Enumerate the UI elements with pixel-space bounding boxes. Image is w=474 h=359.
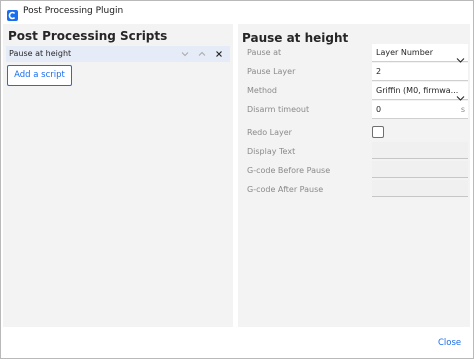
pause-at-value: Layer Number bbox=[376, 48, 433, 57]
script-list-item[interactable]: Pause at height bbox=[6, 46, 230, 62]
chevron-down-icon bbox=[456, 49, 465, 63]
close-button[interactable]: Close bbox=[438, 338, 461, 349]
disarm-timeout-unit: s bbox=[460, 105, 465, 114]
scripts-heading: Post Processing Scripts bbox=[8, 29, 168, 43]
post-processing-dialog: Post Processing Plugin Post Processing S… bbox=[0, 0, 474, 359]
cura-app-icon bbox=[7, 6, 18, 21]
pause-layer-input[interactable]: 2 bbox=[372, 63, 468, 81]
redo-layer-checkbox[interactable] bbox=[372, 126, 384, 138]
gcode-after-label: G-code After Pause bbox=[247, 185, 324, 194]
pause-layer-value: 2 bbox=[376, 67, 382, 76]
method-label: Method bbox=[247, 86, 278, 95]
redo-layer-label: Redo Layer bbox=[247, 128, 292, 137]
gcode-after-field[interactable] bbox=[372, 180, 468, 197]
disarm-timeout-value: 0 bbox=[376, 105, 382, 114]
move-down-chevron-icon[interactable] bbox=[179, 48, 191, 60]
display-text-label: Display Text bbox=[247, 147, 296, 156]
settings-heading: Pause at height bbox=[242, 31, 349, 45]
move-up-chevron-icon[interactable] bbox=[196, 48, 208, 60]
method-value: Griffin (M0, firmwa... bbox=[376, 86, 459, 95]
script-settings-panel: Pause at height Pause at Layer Number Pa… bbox=[238, 24, 470, 327]
pause-layer-label: Pause Layer bbox=[247, 67, 296, 76]
window-title: Post Processing Plugin bbox=[23, 6, 124, 16]
chevron-down-icon bbox=[456, 87, 465, 101]
gcode-before-label: G-code Before Pause bbox=[247, 166, 331, 175]
add-script-button[interactable]: Add a script bbox=[7, 65, 72, 86]
method-dropdown[interactable]: Griffin (M0, firmwa... bbox=[372, 82, 468, 101]
remove-script-close-icon[interactable] bbox=[213, 48, 225, 60]
pause-at-dropdown[interactable]: Layer Number bbox=[372, 44, 468, 63]
pause-at-label: Pause at bbox=[247, 48, 282, 57]
gcode-before-field[interactable] bbox=[372, 161, 468, 178]
title-bar: Post Processing Plugin bbox=[1, 1, 473, 23]
display-text-field[interactable] bbox=[372, 142, 468, 159]
script-item-label: Pause at height bbox=[9, 49, 72, 58]
scripts-panel: Post Processing Scripts Pause at height … bbox=[3, 24, 233, 327]
disarm-timeout-label: Disarm timeout bbox=[247, 105, 310, 114]
disarm-timeout-input[interactable]: 0 s bbox=[372, 101, 468, 119]
